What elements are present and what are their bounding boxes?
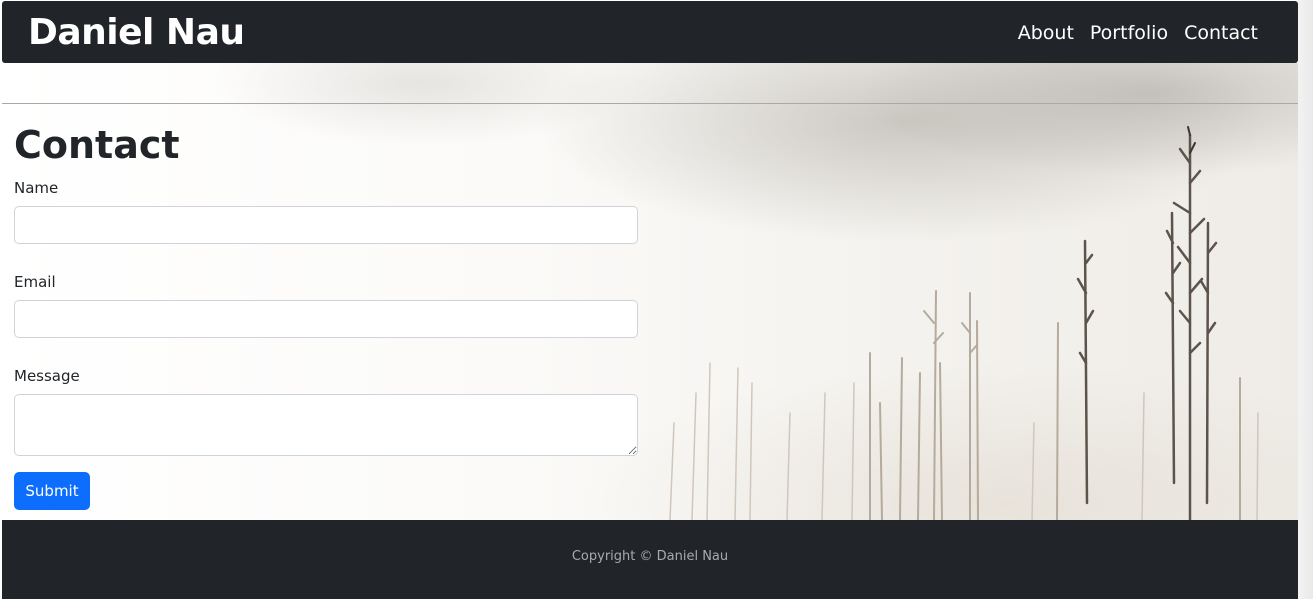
brand-link[interactable]: Daniel Nau [28, 11, 245, 55]
navbar: Daniel Nau About Portfolio Contact [2, 1, 1298, 63]
name-label: Name [14, 179, 59, 197]
page: Daniel Nau About Portfolio Contact Conta… [0, 0, 1313, 599]
copyright-text: Copyright © Daniel Nau [571, 549, 729, 564]
nav-links: About Portfolio Contact [1018, 20, 1258, 46]
email-input[interactable] [14, 300, 638, 338]
contact-form: Name Email Message Submit [14, 178, 638, 510]
message-label: Message [14, 367, 80, 385]
page-title: Contact [14, 123, 180, 167]
submit-button[interactable]: Submit [14, 472, 90, 510]
nav-link-portfolio[interactable]: Portfolio [1090, 20, 1168, 46]
email-label: Email [14, 273, 56, 291]
name-input[interactable] [14, 206, 638, 244]
footer: Copyright © Daniel Nau [2, 520, 1298, 599]
nav-link-contact[interactable]: Contact [1184, 20, 1258, 46]
nav-link-about[interactable]: About [1018, 20, 1074, 46]
scrollbar-track[interactable] [1298, 0, 1313, 599]
message-textarea[interactable] [14, 394, 638, 456]
contact-form-section: Contact Name Email Message Submit [14, 121, 638, 510]
